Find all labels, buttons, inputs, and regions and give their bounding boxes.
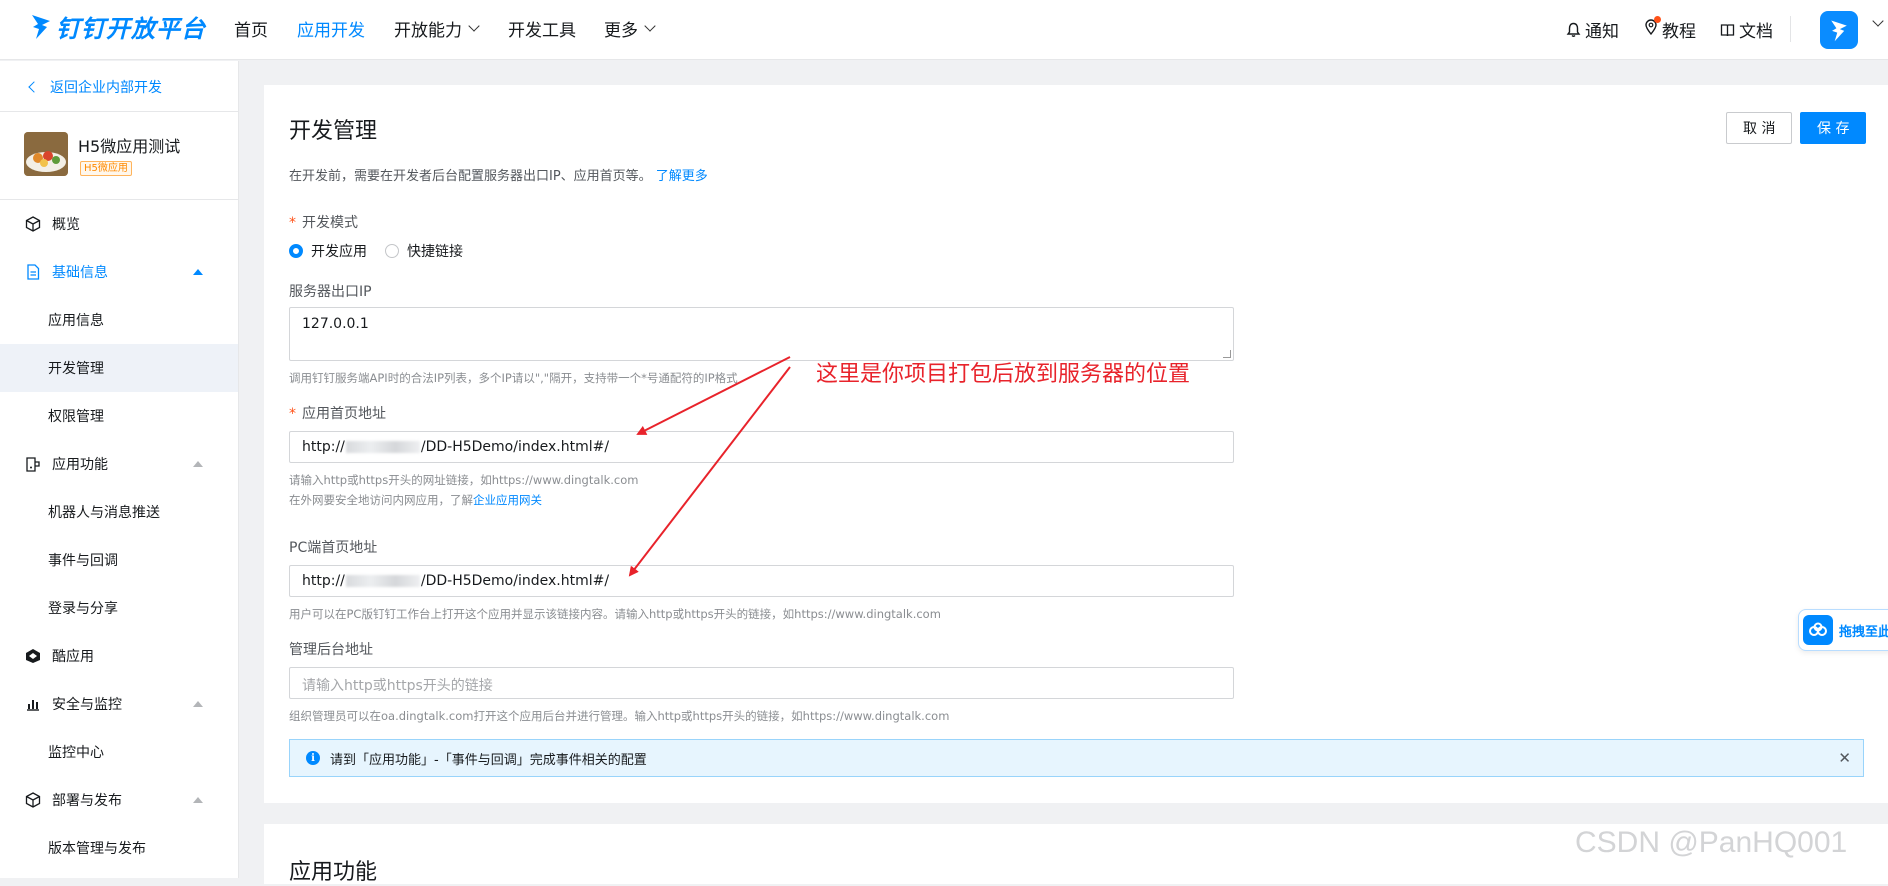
watermark: CSDN @PanHQ001 [1575, 826, 1848, 859]
annotation-text: 这里是你项目打包后放到服务器的位置 [816, 362, 1191, 387]
annotation-arrows [628, 356, 791, 577]
drag-here-widget[interactable]: 拖拽至此 [1798, 609, 1888, 651]
cloud-icon [1803, 615, 1833, 645]
drag-widget-label: 拖拽至此 [1839, 624, 1888, 640]
cloud-shape-icon [1809, 622, 1827, 636]
